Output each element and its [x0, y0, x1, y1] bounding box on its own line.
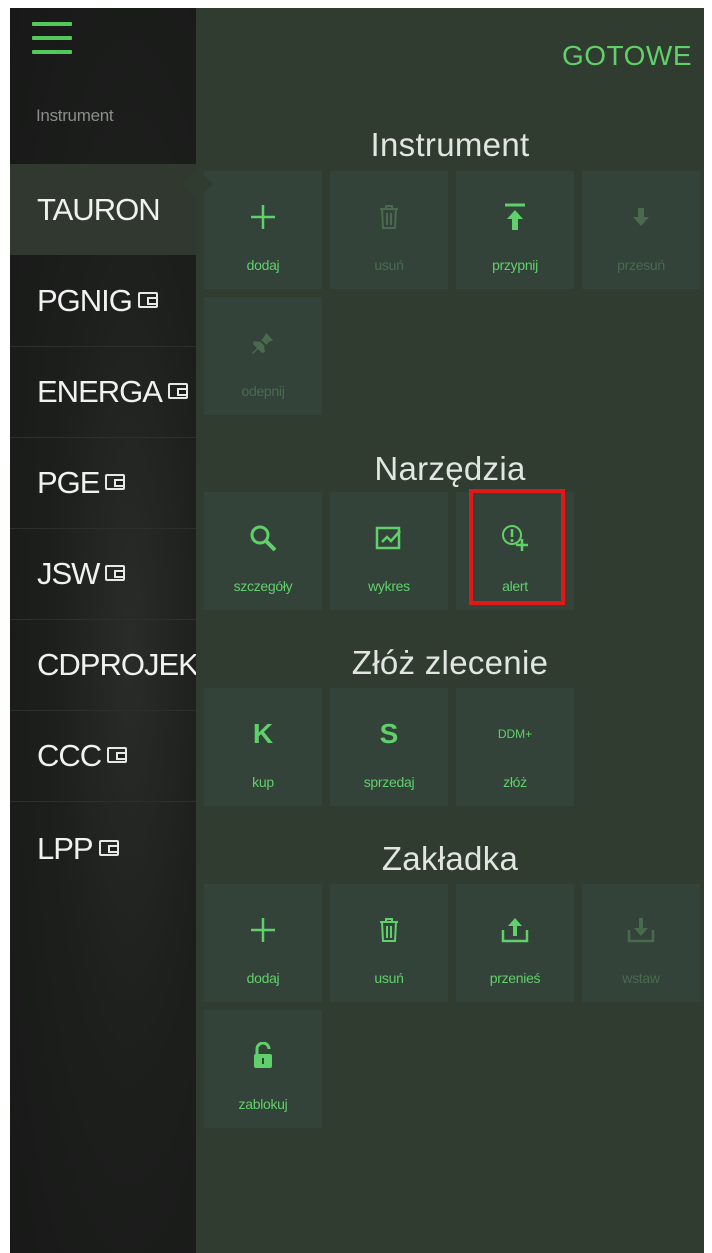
section-title-tools: Narzędzia [374, 450, 526, 487]
section-title-instrument: Instrument [370, 126, 530, 163]
section-title-order: Złóż zlecenie [351, 644, 549, 681]
wallet-icon [105, 565, 126, 581]
list-item[interactable]: JSW [10, 528, 196, 620]
instrument-move-button[interactable]: przesuń [582, 171, 700, 289]
tab-insert-button[interactable]: wstaw [582, 884, 700, 1002]
chart-icon [330, 518, 448, 558]
unpin-icon [204, 323, 322, 363]
list-item-name: PGE [37, 465, 100, 500]
pin-top-icon [456, 197, 574, 237]
tab-remove-button[interactable]: usuń [330, 884, 448, 1002]
ddm-glyph: DDM+ [497, 727, 533, 741]
menu-icon[interactable] [32, 22, 72, 56]
section-title-tab: Zakładka [381, 840, 519, 877]
list-item-name: CDPROJEKT [37, 647, 217, 682]
actions-panel: GOTOWE Instrument dodaj usuń przypnij pr… [196, 8, 704, 1253]
wallet-icon [98, 840, 119, 856]
list-item[interactable]: PGNIG [10, 255, 196, 347]
download-icon [582, 910, 700, 950]
details-button[interactable]: szczegóły [204, 492, 322, 610]
buy-button[interactable]: K kup [204, 688, 322, 806]
list-item[interactable]: LPP [10, 801, 196, 892]
list-item-name: CCC [37, 738, 102, 773]
instrument-remove-button[interactable]: usuń [330, 171, 448, 289]
trash-icon [330, 910, 448, 950]
list-item[interactable]: PGE [10, 437, 196, 529]
wallet-icon [107, 747, 128, 763]
sell-glyph: S [379, 718, 399, 749]
list-item-name: ENERGA [37, 374, 163, 409]
lock-icon [204, 1036, 322, 1076]
instrument-unpin-button[interactable]: odepnij [204, 297, 322, 415]
list-item[interactable]: CCC [10, 710, 196, 802]
alert-add-icon [456, 518, 574, 558]
alert-button[interactable]: alert [456, 492, 574, 610]
list-item[interactable]: CDPROJEKT [10, 619, 217, 711]
tab-move-button[interactable]: przenieś [456, 884, 574, 1002]
arrow-down-icon [582, 197, 700, 237]
plus-icon [204, 197, 322, 237]
list-header: Instrument [36, 106, 114, 125]
app-root: Instrument TAURON PGNIG ENERGA PGE JSW C… [10, 8, 704, 1253]
wallet-icon [105, 474, 126, 490]
plus-icon [204, 910, 322, 950]
upload-icon [456, 910, 574, 950]
wallet-icon [167, 383, 188, 399]
trash-icon [330, 197, 448, 237]
buy-glyph: K [252, 718, 274, 749]
chart-button[interactable]: wykres [330, 492, 448, 610]
done-button[interactable]: GOTOWE [562, 40, 692, 72]
instrument-pin-button[interactable]: przypnij [456, 171, 574, 289]
list-item[interactable]: ENERGA [10, 346, 196, 438]
list-item-name: TAURON [37, 192, 161, 227]
list-item-name: LPP [37, 831, 94, 866]
sell-button[interactable]: S sprzedaj [330, 688, 448, 806]
instrument-add-button[interactable]: dodaj [204, 171, 322, 289]
tab-lock-button[interactable]: zablokuj [204, 1010, 322, 1128]
list-item[interactable]: TAURON [10, 164, 196, 255]
instrument-list: Instrument TAURON PGNIG ENERGA PGE JSW C… [10, 8, 217, 1253]
list-item-name: PGNIG [37, 283, 133, 318]
list-item-name: JSW [37, 556, 100, 591]
place-order-button[interactable]: DDM+ złóż [456, 688, 574, 806]
wallet-icon [137, 292, 158, 308]
magnifier-icon [204, 518, 322, 558]
tab-add-button[interactable]: dodaj [204, 884, 322, 1002]
